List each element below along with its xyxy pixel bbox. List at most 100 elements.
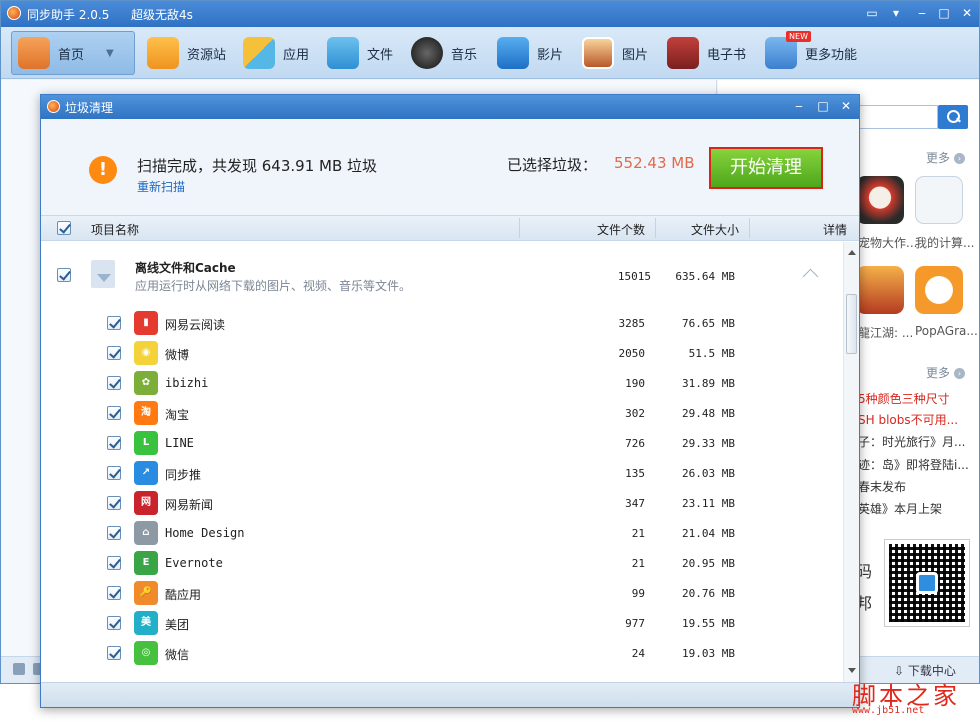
chevron-down-icon[interactable]: ▼	[106, 48, 114, 59]
group-row-offline-cache[interactable]: 离线文件和Cache 应用运行时从网络下载的图片、视频、音乐等文件。 15015…	[41, 242, 841, 308]
toolbar-home[interactable]: 首页 ▼	[11, 31, 135, 75]
toolbar-music[interactable]: 音乐	[405, 31, 483, 75]
list-scrollbar[interactable]	[843, 242, 859, 682]
row-checkbox[interactable]	[107, 346, 121, 360]
select-all-checkbox[interactable]	[57, 221, 71, 235]
table-row[interactable]: 美美团 977 19.55 MB	[41, 608, 841, 638]
chevron-up-icon[interactable]	[803, 268, 819, 278]
dialog-title: 垃圾清理	[65, 101, 114, 115]
row-checkbox[interactable]	[107, 526, 121, 540]
file-count: 99	[631, 587, 645, 600]
scan-summary: ! 扫描完成，共发现 643.91 MB 垃圾 重新扫描 已选择垃圾： 552.…	[41, 119, 859, 215]
rescan-link[interactable]: 重新扫描	[137, 178, 185, 195]
toolbar-ebooks[interactable]: 电子书	[661, 31, 752, 75]
row-checkbox[interactable]	[107, 616, 121, 630]
junk-cleanup-dialog: 垃圾清理 ‒ □ ✕ ! 扫描完成，共发现 643.91 MB 垃圾 重新扫描 …	[40, 94, 860, 708]
file-count: 347	[625, 497, 645, 510]
toolbar-more-tools[interactable]: NEW 更多功能	[759, 31, 863, 75]
news-item[interactable]: SH blobs不可用...	[858, 411, 958, 428]
close-button[interactable]: ✕	[958, 5, 976, 21]
column-size: 文件大小	[691, 223, 740, 237]
main-titlebar: 同步助手 2.0.5 超级无敌4s ▭ ▾ ‒ □ ✕	[1, 1, 979, 27]
dialog-maximize-button[interactable]: □	[815, 98, 831, 114]
app-name: 微博	[165, 348, 190, 362]
table-row[interactable]: ▮ 网易云阅读 3285 76.65 MB	[41, 308, 841, 338]
table-row[interactable]: ↗ 同步推 135 26.03 MB	[41, 458, 841, 488]
toolbar-apps[interactable]: 应用	[237, 31, 315, 75]
toolbar-video-label: 影片	[537, 47, 564, 63]
feedback-icon[interactable]: ▭	[863, 5, 881, 21]
news-item[interactable]: 春末发布	[858, 478, 906, 495]
app-icon: L	[134, 431, 158, 455]
scrollbar-thumb[interactable]	[846, 294, 857, 354]
settings-menu-icon[interactable]: ▾	[887, 5, 905, 21]
toolbar-resource-store[interactable]: 资源站	[141, 31, 232, 75]
table-row[interactable]: ◉ 微博 2050 51.5 MB	[41, 338, 841, 368]
more-label: 更多	[926, 151, 951, 165]
toolbar-apps-label: 应用	[283, 47, 310, 63]
watermark-url: www.jb51.net	[852, 705, 925, 716]
file-count: 977	[625, 617, 645, 630]
search-input[interactable]	[858, 105, 938, 129]
app-tile-popagraph[interactable]	[915, 266, 963, 314]
junk-list: 离线文件和Cache 应用运行时从网络下载的图片、视频、音乐等文件。 15015…	[41, 242, 859, 682]
column-count: 文件个数	[597, 223, 646, 237]
search-icon[interactable]	[938, 105, 968, 129]
app-icon: 淘	[134, 401, 158, 425]
toolbar-files[interactable]: 文件	[321, 31, 399, 75]
table-row[interactable]: 网网易新闻 347 23.11 MB	[41, 488, 841, 518]
scroll-up-icon[interactable]	[848, 246, 856, 255]
group-checkbox[interactable]	[57, 268, 71, 282]
row-checkbox[interactable]	[107, 556, 121, 570]
table-row[interactable]: 淘淘宝 302 29.48 MB	[41, 398, 841, 428]
table-row[interactable]: ⌂ Home Design 21 21.04 MB	[41, 518, 841, 548]
table-row[interactable]: ✿ ibizhi 190 31.89 MB	[41, 368, 841, 398]
toolbar-video[interactable]: 影片	[491, 31, 569, 75]
table-row[interactable]: L LINE 726 29.33 MB	[41, 428, 841, 458]
dialog-close-button[interactable]: ✕	[838, 98, 854, 114]
file-size: 29.48 MB	[682, 407, 735, 420]
maximize-button[interactable]: □	[935, 5, 953, 21]
minimize-button[interactable]: ‒	[913, 5, 931, 21]
file-size: 76.65 MB	[682, 317, 735, 330]
qr-logo-icon	[916, 572, 938, 594]
column-detail: 详情	[823, 223, 848, 237]
home-icon	[18, 37, 50, 69]
app-name: 网易云阅读	[165, 318, 226, 332]
row-checkbox[interactable]	[107, 586, 121, 600]
app-tile-jianghu[interactable]	[856, 266, 904, 314]
file-size: 31.89 MB	[682, 377, 735, 390]
news-item[interactable]: 英雄》本月上架	[858, 500, 942, 517]
usb-icon	[13, 663, 25, 675]
row-checkbox[interactable]	[107, 646, 121, 660]
toolbar-resource-store-label: 资源站	[187, 47, 227, 63]
row-checkbox[interactable]	[107, 436, 121, 450]
more-link-news[interactable]: 更多 ›	[926, 364, 966, 381]
more-tools-icon: NEW	[765, 31, 811, 69]
apps-icon	[243, 37, 275, 69]
app-name: 美团	[165, 618, 190, 632]
row-checkbox[interactable]	[107, 466, 121, 480]
toolbar-photos[interactable]: 图片	[576, 31, 654, 75]
chevron-right-icon: ›	[954, 153, 966, 164]
row-checkbox[interactable]	[107, 376, 121, 390]
app-tile-pet[interactable]	[856, 176, 904, 224]
toolbar-more-tools-label: 更多功能	[805, 47, 858, 63]
app-icon: 美	[134, 611, 158, 635]
row-checkbox[interactable]	[107, 316, 121, 330]
table-row[interactable]: 🔑 酷应用 99 20.76 MB	[41, 578, 841, 608]
more-link-apps[interactable]: 更多 ›	[926, 149, 966, 166]
scan-result-text: 扫描完成，共发现 643.91 MB 垃圾	[137, 157, 378, 175]
table-row[interactable]: E Evernote 21 20.95 MB	[41, 548, 841, 578]
app-tile-calculator[interactable]	[915, 176, 963, 224]
app-title: 同步助手 2.0.5	[27, 8, 110, 22]
news-item[interactable]: 5种颜色三种尺寸	[858, 390, 950, 407]
start-cleanup-button[interactable]: 开始清理	[709, 147, 823, 189]
row-checkbox[interactable]	[107, 496, 121, 510]
file-size: 29.33 MB	[682, 437, 735, 450]
dialog-minimize-button[interactable]: ‒	[791, 98, 807, 114]
news-item[interactable]: 迹：岛》即将登陆i...	[858, 456, 969, 473]
row-checkbox[interactable]	[107, 406, 121, 420]
news-item[interactable]: 子：时光旅行》月...	[858, 433, 965, 450]
table-row[interactable]: ◎ 微信 24 19.03 MB	[41, 638, 841, 668]
